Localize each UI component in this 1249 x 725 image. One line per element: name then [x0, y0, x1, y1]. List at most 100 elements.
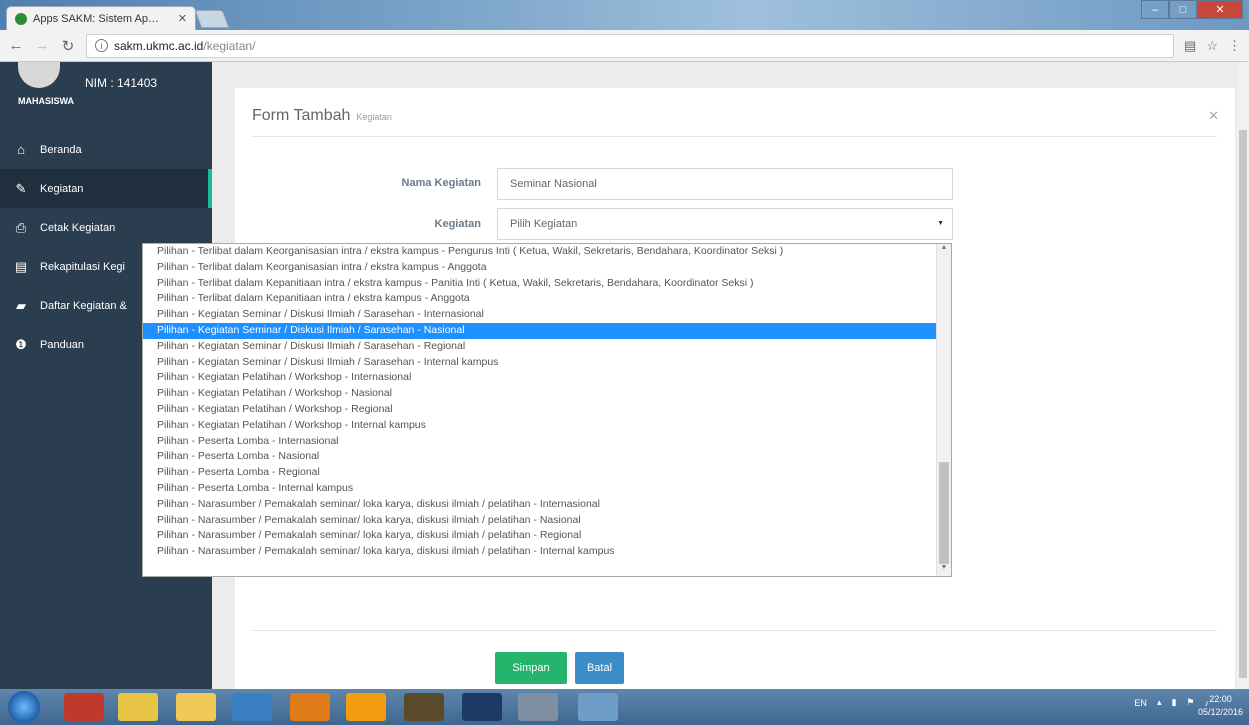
form-title: Form Tambah	[252, 107, 351, 124]
window-controls: – □ ✕	[1141, 0, 1243, 20]
dropdown-option[interactable]: Pilihan - Narasumber / Pemakalah seminar…	[143, 544, 937, 560]
minimize-icon[interactable]: –	[1141, 0, 1169, 19]
sidebar-item-label: Rekapitulasi Kegi	[40, 260, 125, 273]
form-subtitle: Kegiatan	[356, 112, 392, 122]
kegiatan-select[interactable]: Pilih Kegiatan ▼	[497, 208, 953, 240]
dropdown-option[interactable]: Pilihan - Narasumber / Pemakalah seminar…	[143, 497, 937, 513]
panel-close-icon[interactable]: ✕	[1208, 108, 1219, 124]
tray-arrow-icon[interactable]: ▴	[1157, 697, 1162, 708]
divider	[252, 136, 1217, 137]
sidebar-item-label: Daftar Kegiatan &	[40, 299, 127, 312]
url-input[interactable]: i sakm.ukmc.ac.id/kegiatan/	[86, 33, 1175, 58]
dropdown-option[interactable]: Pilihan - Peserta Lomba - Internal kampu…	[143, 481, 937, 497]
language-indicator[interactable]: EN	[1134, 698, 1147, 708]
print-icon: ⎙	[15, 219, 27, 235]
page-scroll-thumb[interactable]	[1239, 130, 1247, 678]
favicon-icon	[15, 12, 27, 25]
tab-title: Apps SAKM: Sistem Ap…	[33, 12, 159, 25]
reload-icon[interactable]: ↻	[60, 37, 76, 55]
url-path: /kegiatan/	[203, 38, 256, 53]
address-bar: ← → ↻ i sakm.ukmc.ac.id/kegiatan/ ▤ ☆ ⋮	[0, 30, 1249, 62]
kegiatan-select-value: Pilih Kegiatan	[510, 218, 578, 230]
clock-time: 22:00	[1209, 694, 1232, 704]
sidebar-item-label: Cetak Kegiatan	[40, 221, 116, 234]
browser-window-icon[interactable]	[578, 693, 618, 721]
site-info-icon[interactable]: i	[95, 39, 108, 52]
dropdown-option[interactable]: Pilihan - Kegiatan Pelatihan / Workshop …	[143, 418, 937, 434]
url-host: sakm.ukmc.ac.id	[114, 38, 204, 53]
sidebar-item-label: Beranda	[40, 143, 82, 156]
dropdown-option[interactable]: Pilihan - Narasumber / Pemakalah seminar…	[143, 528, 937, 544]
edit-icon: ✎	[15, 180, 27, 196]
dropdown-option[interactable]: Pilihan - Kegiatan Seminar / Diskusi Ilm…	[143, 322, 937, 339]
dropdown-option[interactable]: Pilihan - Kegiatan Pelatihan / Workshop …	[143, 402, 937, 418]
nama-kegiatan-label: Nama Kegiatan	[401, 177, 481, 189]
dropdown-option[interactable]: Pilihan - Peserta Lomba - Regional	[143, 465, 937, 481]
chrome-icon[interactable]	[118, 693, 158, 721]
browser-tabstrip: Apps SAKM: Sistem Ap… ✕ – □ ✕	[0, 0, 1249, 30]
photoshop-icon[interactable]	[462, 693, 502, 721]
taskbar: EN ▴ ▮ ⚑ ♪ 22:00 05/12/2016	[0, 689, 1249, 725]
dropdown-option[interactable]: Pilihan - Peserta Lomba - Internasional	[143, 434, 937, 450]
window-close-icon[interactable]: ✕	[1197, 0, 1243, 19]
dropdown-option[interactable]: Pilihan - Terlibat dalam Keorganisasian …	[143, 244, 937, 260]
flag-icon[interactable]: ⚑	[1186, 697, 1194, 708]
save-button[interactable]: Simpan	[495, 652, 567, 684]
scroll-up-icon[interactable]: ▲	[937, 244, 951, 256]
dropdown-option[interactable]: Pilihan - Kegiatan Seminar / Diskusi Ilm…	[143, 339, 937, 355]
dropdown-option[interactable]: Pilihan - Terlibat dalam Kepanitiaan int…	[143, 276, 937, 292]
info-icon: ❶	[15, 336, 27, 352]
dropdown-scroll-thumb[interactable]	[939, 462, 949, 564]
dropdown-scrollbar[interactable]: ▲ ▼	[936, 244, 951, 576]
dropdown-option[interactable]: Pilihan - Narasumber / Pemakalah seminar…	[143, 513, 937, 529]
kegiatan-label: Kegiatan	[434, 218, 481, 230]
dropdown-option[interactable]: Pilihan - Kegiatan Pelatihan / Workshop …	[143, 386, 937, 402]
cancel-button[interactable]: Batal	[575, 652, 624, 684]
sidebar-item-kegiatan[interactable]: ✎ Kegiatan	[0, 169, 212, 208]
sidebar-item-label: Panduan	[40, 338, 85, 351]
illustrator-icon[interactable]	[290, 693, 330, 721]
dropdown-option[interactable]: Pilihan - Kegiatan Seminar / Diskusi Ilm…	[143, 307, 937, 323]
browser-tab[interactable]: Apps SAKM: Sistem Ap… ✕	[6, 6, 196, 30]
dropdown-option[interactable]: Pilihan - Terlibat dalam Keorganisasian …	[143, 260, 937, 276]
dropdown-option[interactable]: Pilihan - Kegiatan Seminar / Diskusi Ilm…	[143, 355, 937, 371]
clock[interactable]: 22:00 05/12/2016	[1198, 693, 1243, 719]
network-icon[interactable]: ▮	[1171, 697, 1176, 708]
sidebar-item-label: Kegiatan	[40, 182, 84, 195]
taskbar-app-icon[interactable]	[64, 693, 104, 721]
nama-kegiatan-value: Seminar Nasional	[510, 178, 597, 190]
kegiatan-dropdown-list[interactable]: Pilihan - Terlibat dalam Keorganisasian …	[142, 243, 952, 577]
dropdown-option[interactable]: Pilihan - Terlibat dalam Kepanitiaan int…	[143, 291, 937, 307]
maximize-icon[interactable]: □	[1169, 0, 1197, 19]
avatar	[18, 62, 60, 88]
dropdown-option[interactable]: Pilihan - Kegiatan Pelatihan / Workshop …	[143, 370, 937, 386]
nama-kegiatan-input[interactable]: Seminar Nasional	[497, 168, 953, 200]
start-button[interactable]	[8, 691, 40, 723]
page-title: Form Tambah Kegiatan	[252, 107, 392, 125]
translate-icon[interactable]: ▤	[1184, 38, 1196, 54]
back-icon[interactable]: ←	[8, 37, 24, 54]
sidebar-item-cetak-kegiatan[interactable]: ⎙ Cetak Kegiatan	[0, 208, 212, 247]
media-player-icon[interactable]	[232, 693, 272, 721]
divider	[252, 630, 1217, 631]
page-scrollbar[interactable]	[1237, 62, 1249, 689]
explorer-icon[interactable]	[176, 693, 216, 721]
home-icon: ⌂	[17, 142, 25, 157]
sidebar-item-beranda[interactable]: ⌂ Beranda	[0, 130, 212, 169]
select-arrow-icon: ▼	[937, 220, 944, 227]
tab-close-icon[interactable]: ✕	[178, 12, 187, 25]
bookmark-star-icon[interactable]: ☆	[1206, 38, 1218, 54]
folder-icon: ▰	[16, 297, 26, 313]
clock-date: 05/12/2016	[1197, 707, 1243, 717]
forward-icon[interactable]: →	[34, 37, 50, 54]
user-role: MAHASISWA	[18, 96, 74, 106]
scroll-down-icon[interactable]: ▼	[937, 564, 951, 576]
taskbar-app-icon[interactable]	[518, 693, 558, 721]
acrobat-icon[interactable]	[404, 693, 444, 721]
dropdown-option[interactable]: Pilihan - Peserta Lomba - Nasional	[143, 449, 937, 465]
user-nim: NIM : 141403	[85, 76, 158, 90]
taskbar-app-icon[interactable]	[346, 693, 386, 721]
browser-menu-icon[interactable]: ⋮	[1228, 38, 1241, 54]
file-icon: ▤	[14, 258, 28, 274]
new-tab-button[interactable]	[194, 10, 230, 28]
